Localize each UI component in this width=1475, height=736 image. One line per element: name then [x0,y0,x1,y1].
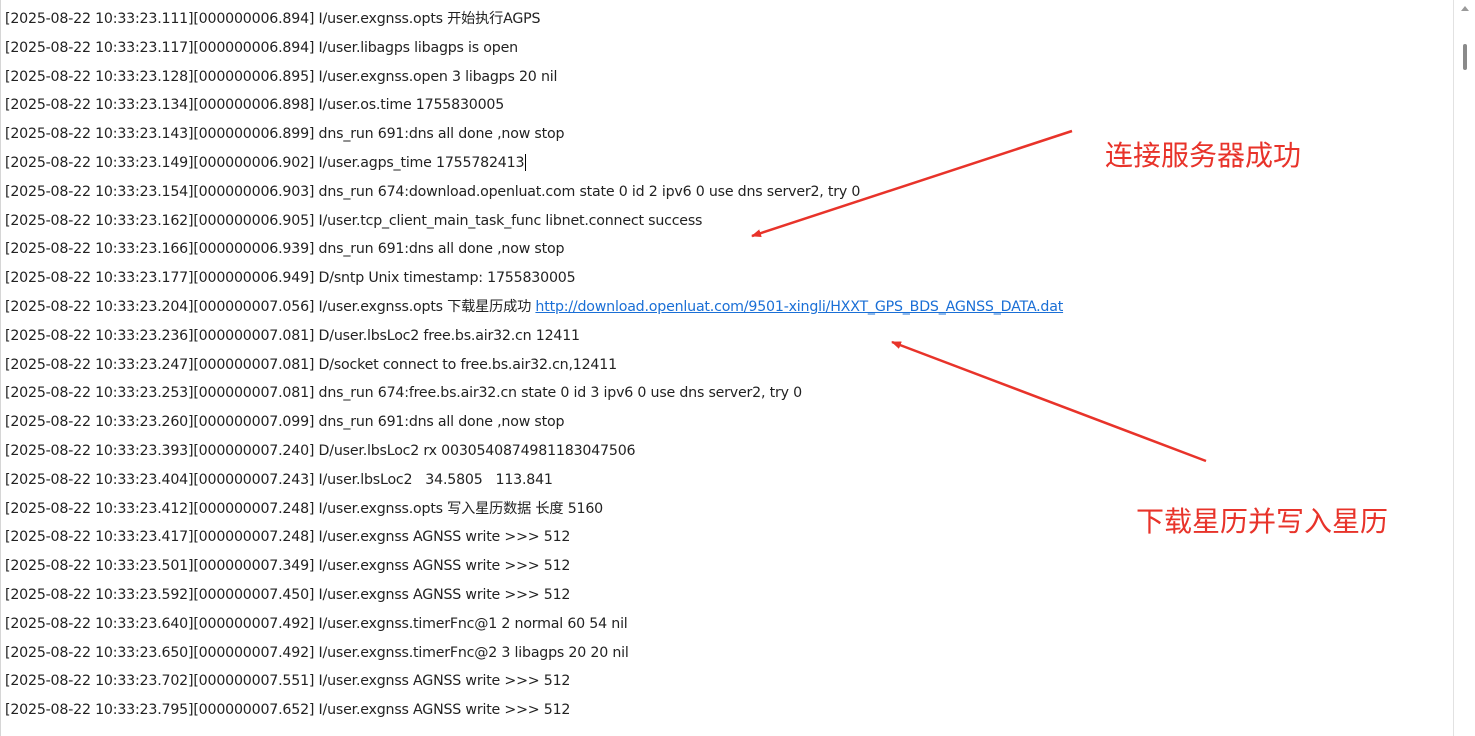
annotation-download-write: 下载星历并写入星历 [1136,505,1389,538]
arrow-to-connect-success [751,129,1073,238]
annotation-connect-success: 连接服务器成功 [1105,139,1302,172]
annotation-arrows [751,129,1207,463]
arrow-to-download-success [891,340,1207,463]
